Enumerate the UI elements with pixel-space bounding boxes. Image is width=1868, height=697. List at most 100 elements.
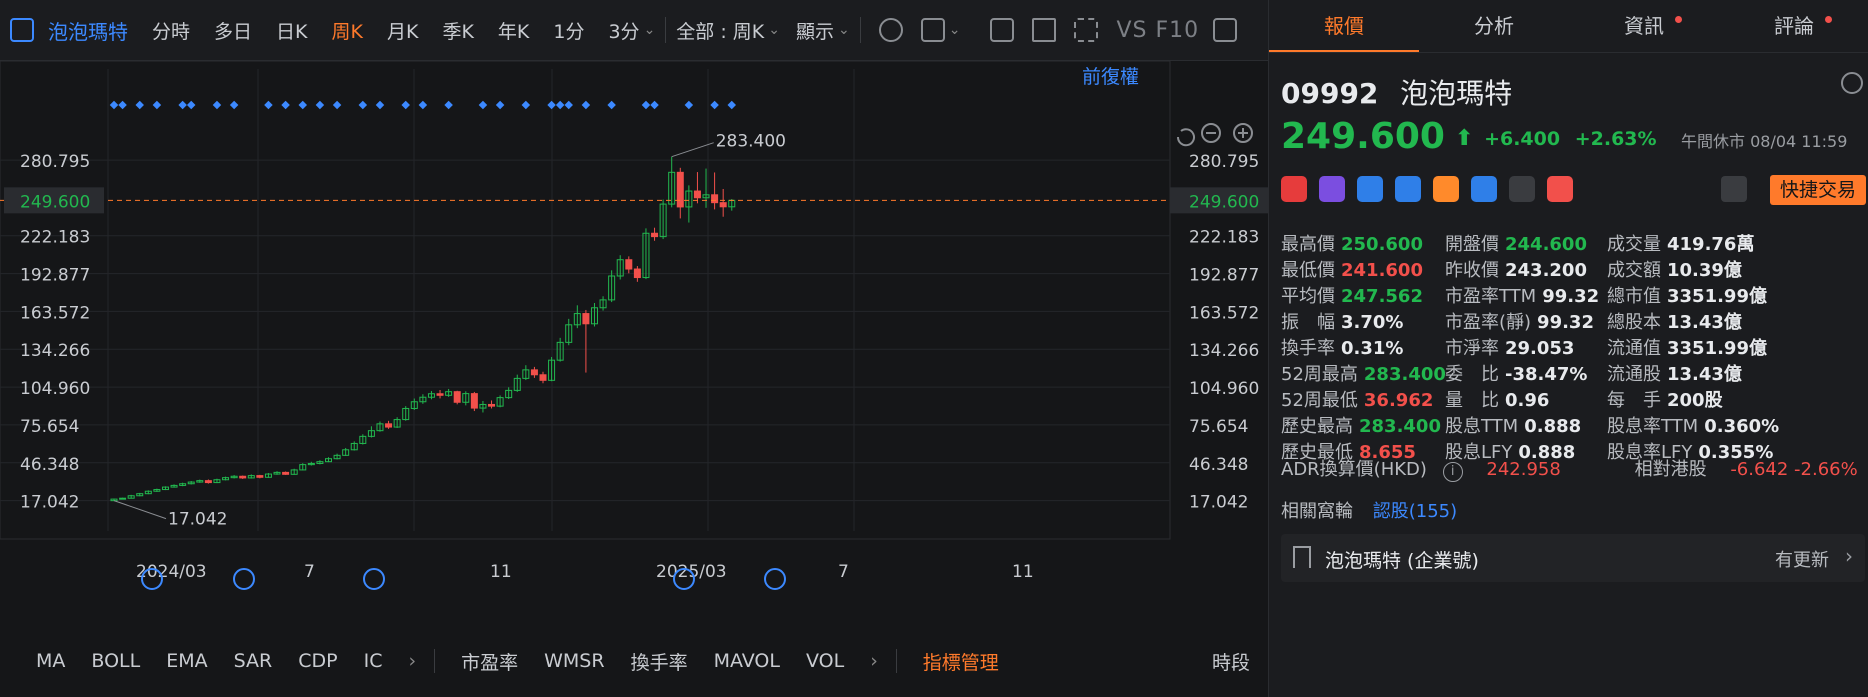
dollar-icon[interactable] xyxy=(1395,176,1421,202)
tf-intraday[interactable]: 分時 xyxy=(152,17,190,44)
session-button[interactable]: 時段 xyxy=(1212,648,1250,675)
symbol-list-icon xyxy=(10,18,34,42)
hk-flag-icon[interactable] xyxy=(1281,176,1307,202)
indicator-cdp[interactable]: CDP xyxy=(298,650,337,672)
tf-monthly[interactable]: 月K xyxy=(387,17,418,44)
symbol-selector[interactable]: 泡泡瑪特 xyxy=(10,16,128,45)
stat-value: 99.32 xyxy=(1542,286,1600,307)
low-marker-label: 17.042 xyxy=(168,510,227,530)
f10-button[interactable]: F10 xyxy=(1155,18,1199,43)
indicator-vol[interactable]: VOL xyxy=(806,650,844,672)
chart-style-icon[interactable] xyxy=(920,18,945,42)
candle-body xyxy=(539,374,547,381)
indicator-ema[interactable]: EMA xyxy=(166,650,207,672)
collapse-stats-icon[interactable]: ⌃ xyxy=(1315,420,1328,439)
document-icon[interactable] xyxy=(1509,176,1535,202)
toolbar-divider xyxy=(859,17,861,43)
heart-icon[interactable] xyxy=(1547,176,1573,202)
tab-quote[interactable]: 報價 xyxy=(1269,0,1419,52)
warrants-link[interactable]: 認股(155) xyxy=(1373,501,1457,522)
stat-label: 開盤價 xyxy=(1445,234,1499,255)
tag-icon[interactable] xyxy=(1471,176,1497,202)
stat-item: 總市值 3351.99億 xyxy=(1607,282,1767,308)
tab-news[interactable]: 資訊 xyxy=(1569,0,1719,52)
stat-value: 0.360% xyxy=(1704,416,1780,437)
stat-item: 昨收價 243.200 xyxy=(1445,256,1587,282)
settings-icon[interactable] xyxy=(878,18,903,42)
stat-label: 換手率 xyxy=(1281,338,1335,359)
building-icon xyxy=(1293,546,1311,568)
stat-value: 3.70% xyxy=(1341,312,1404,333)
fullscreen-icon[interactable] xyxy=(1074,18,1099,42)
stat-item: 市盈率TTM 99.32 xyxy=(1445,282,1599,308)
candle-body xyxy=(119,497,127,500)
candle-body xyxy=(711,194,719,204)
up-arrow-icon: ⬆ xyxy=(1455,126,1474,151)
indicator-pe[interactable]: 市盈率 xyxy=(461,648,518,675)
range-selector[interactable]: 全部 : 周K xyxy=(676,17,764,44)
candle-body xyxy=(693,190,701,199)
candle-body xyxy=(633,268,641,279)
vs-compare-button[interactable]: VS xyxy=(1116,18,1147,43)
indicator-wmsr[interactable]: WMSR xyxy=(544,650,604,672)
dividend-event-icon xyxy=(764,568,786,590)
stat-label: 總市值 xyxy=(1607,286,1661,307)
tf-daily[interactable]: 日K xyxy=(276,17,307,44)
company-account-card[interactable]: 泡泡瑪特 (企業號) 有更新 › xyxy=(1281,534,1865,582)
stat-item: 最低價 241.600 xyxy=(1281,256,1423,282)
indicator-divider xyxy=(895,649,897,673)
indicator-boll[interactable]: BOLL xyxy=(91,650,140,672)
stat-item: 流通股 13.43億 xyxy=(1607,360,1742,386)
trend-down-icon[interactable] xyxy=(1433,176,1459,202)
indicator-sar[interactable]: SAR xyxy=(234,650,273,672)
candle-body xyxy=(488,403,496,407)
candle-body xyxy=(453,391,461,403)
tf-yearly[interactable]: 年K xyxy=(498,17,529,44)
stat-item: 歷史最高 283.400 xyxy=(1281,412,1441,438)
tf-1min[interactable]: 1分 xyxy=(553,17,584,44)
tf-multiday[interactable]: 多日 xyxy=(214,17,252,44)
stat-label: 成交量 xyxy=(1607,234,1661,255)
feature-badges xyxy=(1281,176,1585,202)
tab-analysis[interactable]: 分析 xyxy=(1419,0,1569,52)
quick-trade-button[interactable]: 快捷交易 xyxy=(1770,175,1866,205)
stat-value: 13.43億 xyxy=(1667,364,1742,385)
stat-item: 委 比 -38.47% xyxy=(1445,360,1587,386)
connect-icon[interactable] xyxy=(1357,176,1383,202)
chart-style-dropdown-icon[interactable]: ⌄ xyxy=(949,22,961,38)
display-dropdown-icon[interactable]: ⌄ xyxy=(838,22,850,38)
change-value: +6.400 xyxy=(1484,128,1561,150)
tf-quarterly[interactable]: 季K xyxy=(442,17,473,44)
alert-bell-icon[interactable] xyxy=(1721,176,1747,202)
price-chart[interactable]: 280.795 280.795 222.183 222.183 192.877 192.8… xyxy=(0,61,1268,601)
indicator-scroll-icon[interactable]: › xyxy=(408,650,416,672)
adr-relative-value: -6.642 -2.66% xyxy=(1730,459,1858,480)
symbol-name: 泡泡瑪特 xyxy=(48,19,128,44)
stock-settings-icon[interactable] xyxy=(1841,72,1863,94)
indicator-ma[interactable]: MA xyxy=(36,650,65,672)
info-icon[interactable]: i xyxy=(1442,462,1463,482)
indicator-ic[interactable]: IC xyxy=(364,650,383,672)
tf-dropdown-icon[interactable]: ⌄ xyxy=(644,22,656,38)
panel-toggle-icon[interactable] xyxy=(1213,18,1238,42)
indicator-turnover[interactable]: 換手率 xyxy=(631,648,688,675)
tab-comments[interactable]: 評論 xyxy=(1719,0,1868,52)
y-tick-label-right: 192.877 xyxy=(1189,266,1259,286)
tf-3min[interactable]: 3分 xyxy=(608,17,639,44)
indicator-manage-button[interactable]: 指標管理 xyxy=(923,648,999,675)
indicator-mavol[interactable]: MAVOL xyxy=(714,650,780,672)
candle-body xyxy=(530,369,538,376)
indicator-scroll-icon[interactable]: › xyxy=(870,650,878,672)
stat-item: 每 手 200股 xyxy=(1607,386,1723,412)
range-dropdown-icon[interactable]: ⌄ xyxy=(768,22,780,38)
news-unread-dot xyxy=(1675,16,1682,23)
draw-icon[interactable] xyxy=(1032,18,1057,42)
adjustment-mode[interactable]: 前復權 xyxy=(1082,62,1139,89)
earnings-event-icon xyxy=(363,568,385,590)
tf-weekly[interactable]: 周K xyxy=(332,17,363,44)
display-selector[interactable]: 顯示 xyxy=(796,17,834,44)
lightning-icon[interactable] xyxy=(1319,176,1345,202)
stat-label: 振 幅 xyxy=(1281,312,1335,333)
y-tick-label-left: 75.654 xyxy=(20,417,79,437)
camera-icon[interactable] xyxy=(990,18,1015,42)
